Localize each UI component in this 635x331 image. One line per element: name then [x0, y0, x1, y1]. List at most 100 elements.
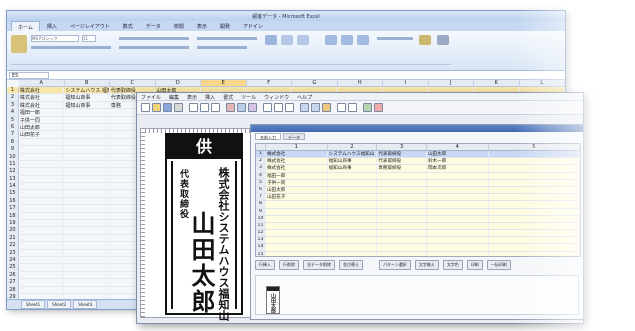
- table-cell[interactable]: [64, 168, 110, 175]
- pane-button[interactable]: 一括印刷: [486, 260, 511, 270]
- table-cell[interactable]: 株式会社: [265, 165, 328, 172]
- table-cell[interactable]: [327, 186, 378, 194]
- table-cell[interactable]: [19, 220, 65, 227]
- table-cell[interactable]: [19, 160, 65, 168]
- sort-filter-icon[interactable]: [419, 35, 431, 45]
- table-cell[interactable]: [426, 186, 489, 194]
- table-cell[interactable]: [488, 208, 580, 215]
- table-row[interactable]: 12: [256, 230, 580, 238]
- help-icon[interactable]: [374, 103, 383, 112]
- zoom-in-icon[interactable]: [337, 103, 346, 112]
- cell-style-icon[interactable]: [297, 35, 309, 45]
- table-cell[interactable]: 山田太郎: [19, 123, 65, 131]
- table-cell[interactable]: [64, 249, 110, 256]
- formula-bar[interactable]: E5: [7, 71, 565, 80]
- ribbon-tab[interactable]: 挿入: [41, 21, 63, 31]
- column-header[interactable]: J: [429, 80, 474, 86]
- menu-item[interactable]: ウィンドウ: [264, 93, 289, 101]
- table-cell[interactable]: 株式会社: [19, 101, 65, 109]
- ribbon-tab[interactable]: 校閲: [168, 21, 190, 31]
- color-icon[interactable]: [322, 103, 331, 112]
- table-cell[interactable]: [426, 194, 489, 201]
- font-size-box[interactable]: 11: [82, 35, 96, 42]
- table-cell[interactable]: 福知山商事: [64, 101, 110, 109]
- table-row[interactable]: 15: [256, 251, 580, 256]
- wrap-merge-buttons[interactable]: [119, 46, 189, 49]
- pane-button[interactable]: 印刷: [466, 260, 483, 270]
- table-cell[interactable]: [488, 158, 580, 165]
- table-cell[interactable]: [327, 230, 378, 237]
- cut-icon[interactable]: [189, 103, 198, 112]
- font-format-buttons[interactable]: [31, 46, 111, 49]
- pane-button[interactable]: 文字色: [442, 260, 463, 270]
- table-cell[interactable]: [488, 251, 580, 256]
- table-cell[interactable]: 福田一郎: [265, 172, 328, 179]
- ribbon-tab[interactable]: アドイン: [237, 21, 269, 31]
- table-cell[interactable]: [377, 208, 427, 215]
- table-cell[interactable]: [64, 146, 110, 153]
- table-row[interactable]: 10: [256, 215, 580, 223]
- sheet-tab[interactable]: Sheet3: [73, 300, 98, 309]
- align-right-icon[interactable]: [285, 103, 294, 112]
- table-cell[interactable]: [64, 205, 110, 212]
- ribbon-tab[interactable]: 開発: [214, 21, 236, 31]
- save-icon[interactable]: [163, 103, 172, 112]
- table-cell[interactable]: システムハウス福知山: [327, 151, 378, 158]
- sheet-tab[interactable]: Sheet1: [21, 300, 46, 309]
- table-cell[interactable]: 山田太郎: [265, 186, 328, 194]
- table-cell[interactable]: [64, 123, 110, 131]
- table-cell[interactable]: [377, 237, 427, 244]
- column-header[interactable]: I: [383, 80, 429, 86]
- table-cell[interactable]: 岡本次郎: [426, 165, 489, 172]
- column-header[interactable]: L: [520, 80, 565, 86]
- table-cell[interactable]: [19, 279, 65, 286]
- paste-icon[interactable]: [11, 35, 27, 53]
- open-icon[interactable]: [152, 103, 161, 112]
- table-cell[interactable]: [265, 222, 328, 230]
- table-row[interactable]: 1 株式会社 システムハウス福知山 代表取締役 山田太郎: [256, 151, 580, 159]
- table-cell[interactable]: [426, 251, 489, 256]
- table-cell[interactable]: [265, 230, 328, 237]
- table-cell[interactable]: [19, 190, 65, 197]
- table-cell[interactable]: [19, 212, 65, 220]
- table-cell[interactable]: [327, 251, 378, 256]
- frame-icon[interactable]: [237, 103, 246, 112]
- table-cell[interactable]: 株式会社: [18, 87, 65, 94]
- table-cell[interactable]: [19, 256, 65, 264]
- table-cell[interactable]: [488, 194, 580, 201]
- menu-item[interactable]: ヘルプ: [297, 93, 312, 101]
- preview-icon[interactable]: [363, 103, 372, 112]
- table-cell[interactable]: [488, 186, 580, 194]
- copy-icon[interactable]: [200, 103, 209, 112]
- sheet-tab[interactable]: Sheet2: [47, 300, 72, 309]
- table-row[interactable]: 3 株式会社 福知山商事 専務取締役 岡本次郎: [256, 165, 580, 173]
- new-icon[interactable]: [141, 103, 150, 112]
- delete-cells-icon[interactable]: [341, 35, 353, 45]
- table-cell[interactable]: [64, 160, 110, 168]
- table-cell[interactable]: [64, 264, 110, 271]
- pane-tab[interactable]: データ: [283, 133, 305, 140]
- table-cell[interactable]: 福知山商事: [327, 158, 378, 165]
- column-header[interactable]: F: [247, 80, 292, 86]
- table-cell[interactable]: [64, 175, 110, 183]
- table-cell[interactable]: [327, 208, 378, 215]
- table-cell[interactable]: [426, 237, 489, 244]
- table-cell[interactable]: [265, 208, 328, 215]
- grid-icon[interactable]: [300, 103, 309, 112]
- table-cell[interactable]: [64, 183, 110, 190]
- table-cell[interactable]: 山田花子: [265, 194, 328, 201]
- table-cell[interactable]: [19, 197, 65, 205]
- column-header[interactable]: E: [201, 80, 247, 86]
- table-format-icon[interactable]: [281, 35, 293, 45]
- column-header[interactable]: K: [474, 80, 520, 86]
- table-cell[interactable]: [426, 222, 489, 230]
- noshi-label[interactable]: 供 株式会社システムハウス福知山 代表取締役 山田太郎: [165, 133, 243, 321]
- table-cell[interactable]: [488, 215, 580, 222]
- text-icon[interactable]: [226, 103, 235, 112]
- table-cell[interactable]: [377, 244, 427, 251]
- number-buttons[interactable]: [197, 46, 247, 49]
- table-row[interactable]: 4 福田一郎: [256, 172, 580, 180]
- table-icon[interactable]: [311, 103, 320, 112]
- table-cell[interactable]: [265, 201, 328, 208]
- table-cell[interactable]: [19, 183, 65, 190]
